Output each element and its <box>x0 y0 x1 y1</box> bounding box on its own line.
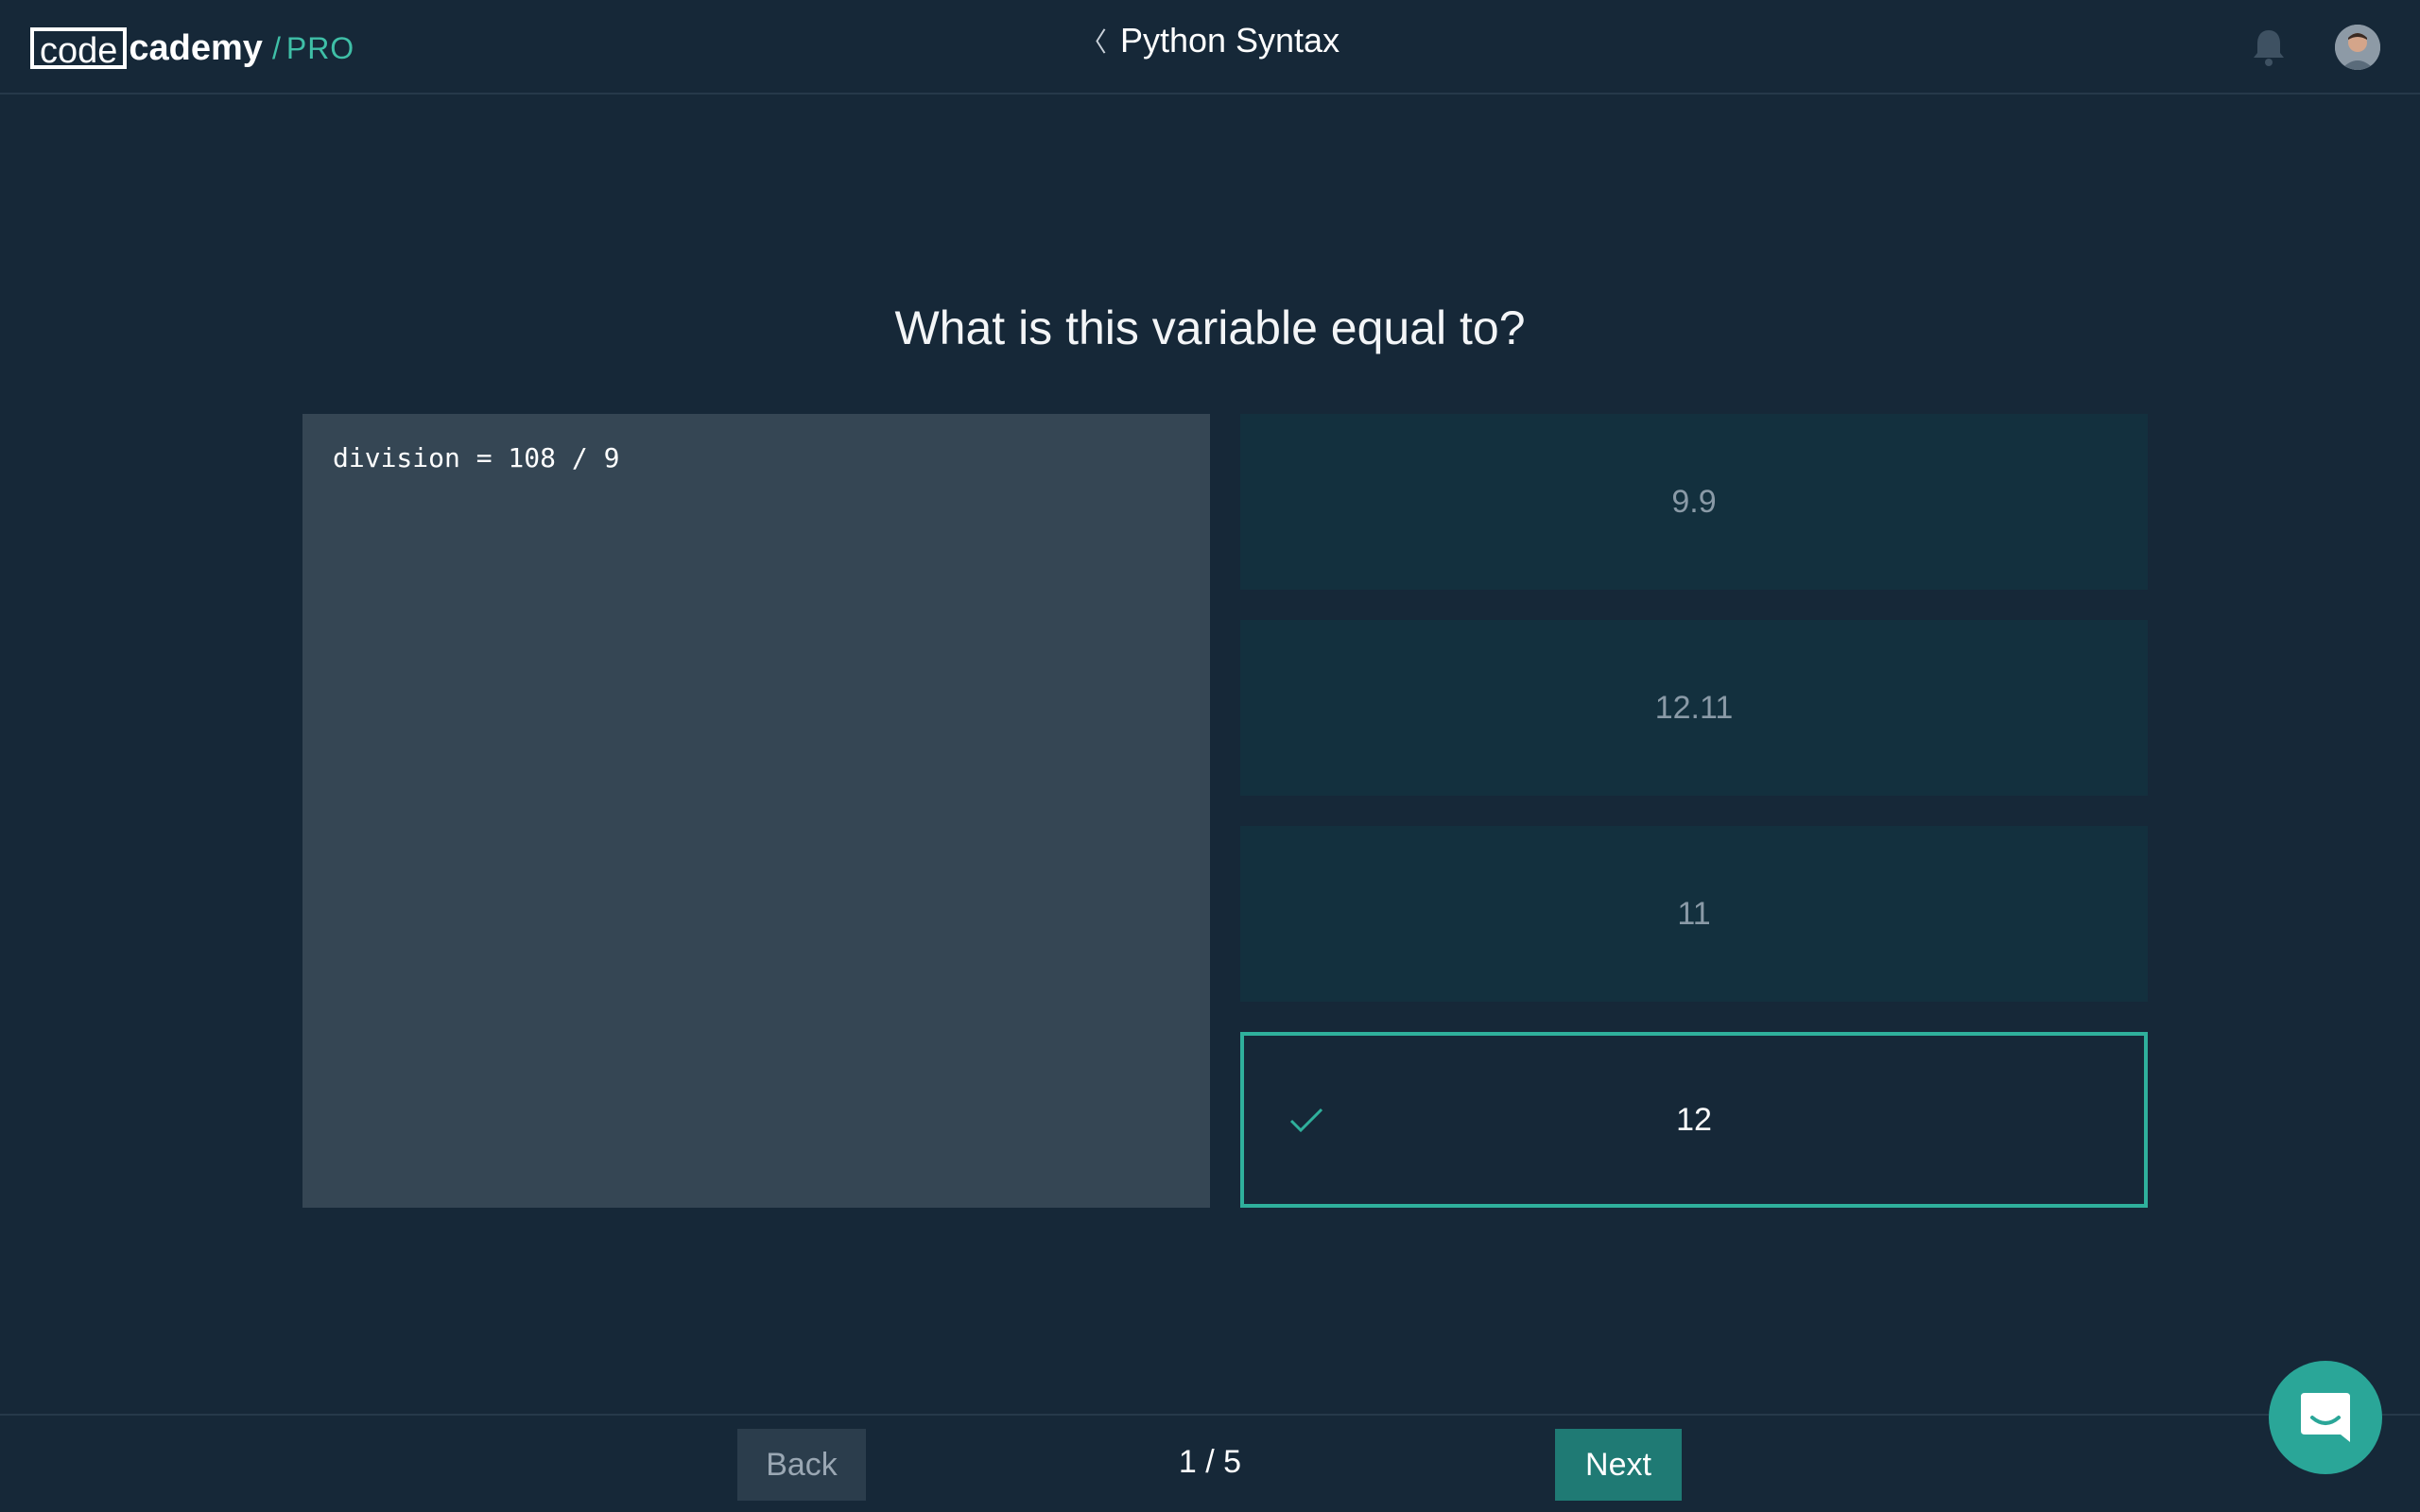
quiz-page: code cademy / PRO 〈 Python Syntax What i… <box>0 0 2420 1512</box>
answer-option-4-selected[interactable]: 12 <box>1240 1032 2148 1208</box>
answer-option-3[interactable]: 11 <box>1240 826 2148 1002</box>
course-title-link[interactable]: 〈 Python Syntax <box>0 21 2420 60</box>
progress-indicator: 1 / 5 <box>1178 1444 1242 1480</box>
bell-icon[interactable] <box>2250 26 2288 68</box>
answer-label: 9.9 <box>1671 483 1717 520</box>
code-snippet-panel: division = 108 / 9 <box>302 414 1210 1208</box>
question-text: What is this variable equal to? <box>894 301 1526 354</box>
code-line: division = 108 / 9 <box>333 442 620 473</box>
bottom-footer: Back 1 / 5 Next <box>0 1414 2420 1512</box>
chat-bubble-icon[interactable] <box>2269 1361 2382 1474</box>
next-button[interactable]: Next <box>1555 1429 1682 1501</box>
answer-label: 11 <box>1677 895 1711 932</box>
answer-label: 12.11 <box>1654 689 1734 726</box>
checkmark-icon <box>1288 1102 1325 1140</box>
top-header: code cademy / PRO 〈 Python Syntax <box>0 0 2420 94</box>
chevron-left-icon[interactable]: 〈 <box>1080 22 1107 60</box>
back-button[interactable]: Back <box>737 1429 866 1501</box>
user-avatar[interactable] <box>2335 25 2380 70</box>
answer-label: 12 <box>1676 1101 1712 1138</box>
answer-option-2[interactable]: 12.11 <box>1240 620 2148 796</box>
answer-option-1[interactable]: 9.9 <box>1240 414 2148 590</box>
course-title: Python Syntax <box>1119 21 1340 60</box>
